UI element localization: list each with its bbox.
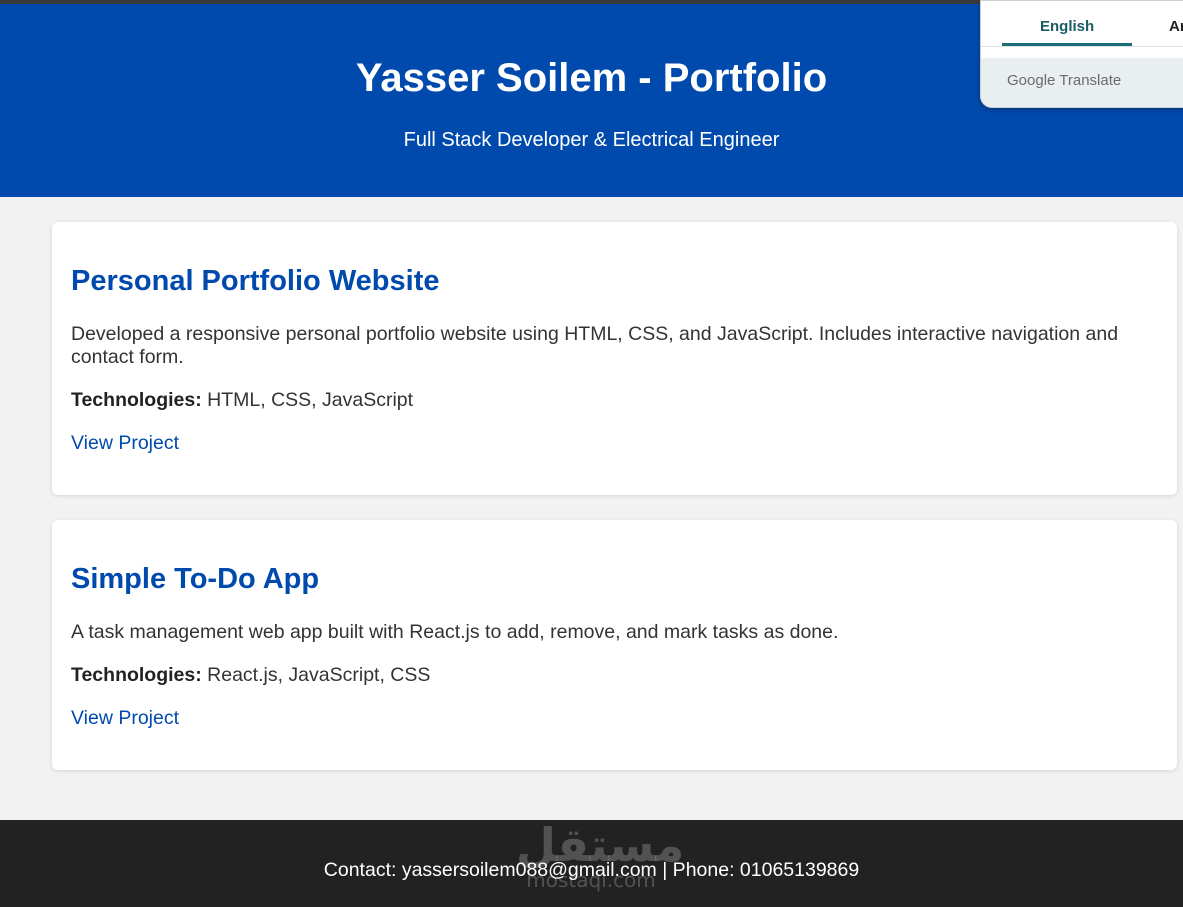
project-description: A task management web app built with Rea… [71, 621, 839, 643]
google-translate-widget: English Ar Google Translate [980, 0, 1183, 108]
site-footer: مستقل mostaql.com Contact: yassersoilem0… [0, 818, 1183, 907]
project-card: Simple To-Do App A task management web a… [52, 520, 1177, 770]
project-title: Simple To-Do App [71, 563, 320, 595]
project-card: Personal Portfolio Website Developed a r… [52, 222, 1177, 495]
project-technologies: Technologies: HTML, CSS, JavaScript [71, 389, 413, 412]
project-description: Developed a responsive personal portfoli… [71, 323, 1119, 368]
translate-footer: Google Translate [981, 58, 1183, 107]
tab-arabic[interactable]: Ar [1169, 18, 1183, 35]
translate-language-tabs: English Ar [981, 1, 1183, 47]
project-title: Personal Portfolio Website [71, 265, 440, 297]
google-translate-logo[interactable]: Google Translate [1007, 72, 1121, 89]
technologies-label: Technologies: [71, 664, 202, 686]
footer-contact: Contact: yassersoilem088@gmail.com | Pho… [323, 859, 860, 881]
technologies-value: React.js, JavaScript, CSS [201, 664, 431, 686]
view-project-link[interactable]: View Project [71, 707, 179, 730]
technologies-label: Technologies: [71, 389, 202, 411]
page-subtitle: Full Stack Developer & Electrical Engine… [403, 129, 780, 151]
tab-english[interactable]: English [1040, 18, 1094, 35]
view-project-link[interactable]: View Project [71, 432, 179, 455]
technologies-value: HTML, CSS, JavaScript [201, 389, 414, 411]
active-tab-indicator [1002, 43, 1132, 46]
project-technologies: Technologies: React.js, JavaScript, CSS [71, 664, 430, 687]
